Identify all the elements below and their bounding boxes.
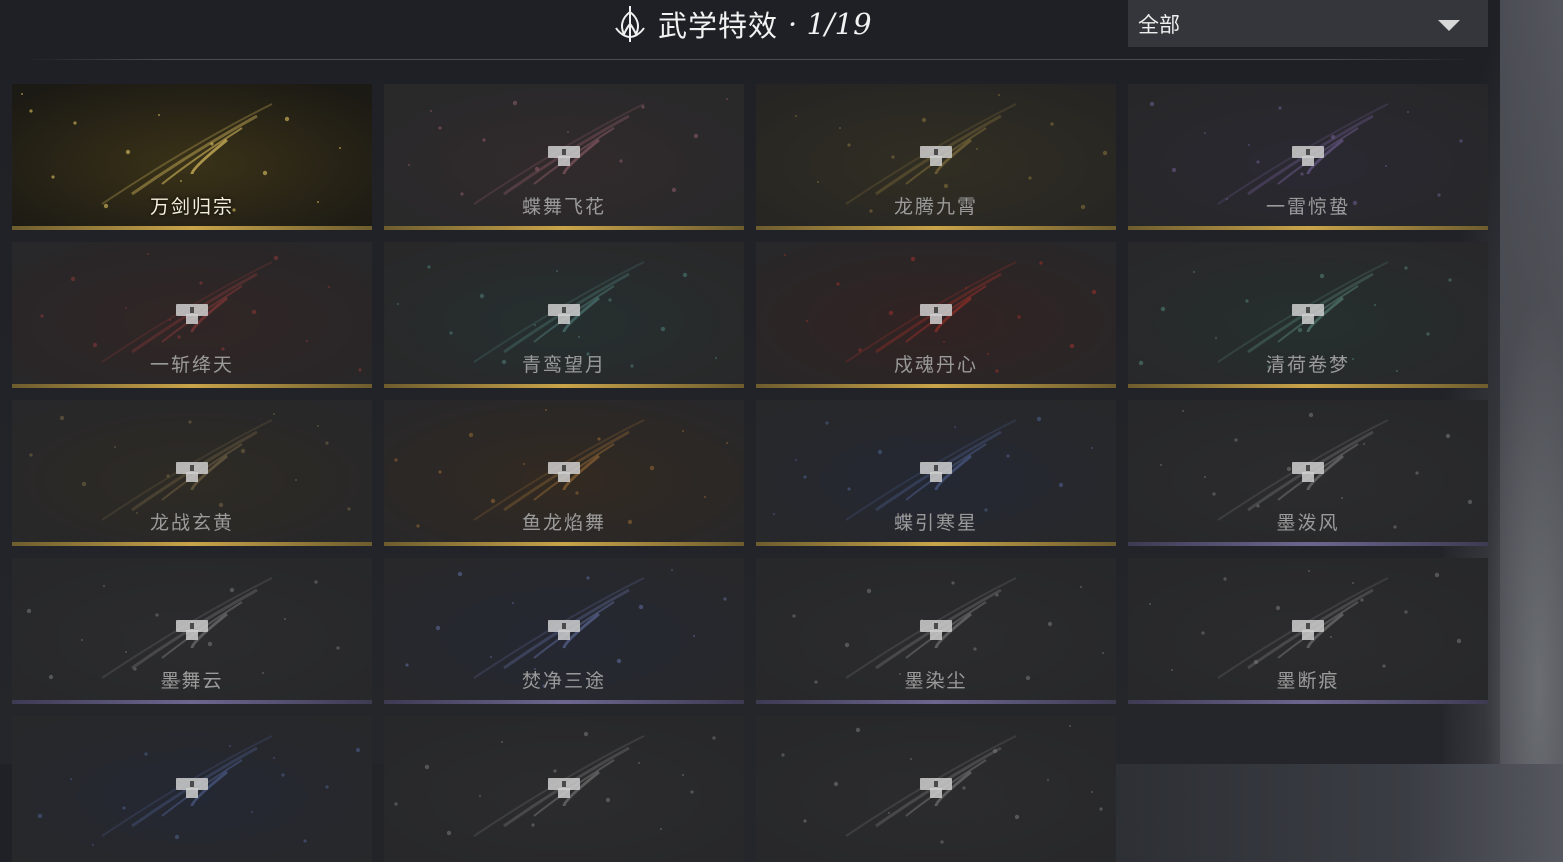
effect-card[interactable]: 清荷卷梦 <box>1128 242 1488 388</box>
effect-card[interactable]: 一斩绛天 <box>12 242 372 388</box>
lock-icon <box>548 142 580 168</box>
effect-card[interactable]: 龙腾九霄 <box>756 84 1116 230</box>
lock-icon <box>176 616 208 642</box>
effect-card[interactable]: 墨染尘 <box>756 558 1116 704</box>
lock-icon <box>548 774 580 800</box>
filter-selected-label: 全部 <box>1138 12 1180 37</box>
effect-name: 一雷惊蛰 <box>1265 196 1350 218</box>
effect-card[interactable]: 一雷惊蛰 <box>1128 84 1488 230</box>
effect-card[interactable]: 墨断痕 <box>1128 558 1488 704</box>
lock-icon <box>176 458 208 484</box>
effect-name: 鱼龙焰舞 <box>521 512 606 534</box>
effect-name: 青鸾望月 <box>521 354 606 376</box>
effect-card[interactable] <box>756 716 1116 862</box>
lock-icon <box>548 458 580 484</box>
lock-icon <box>1292 458 1324 484</box>
lock-icon <box>176 300 208 326</box>
effect-card[interactable]: 万剑归宗 <box>12 84 372 230</box>
effect-name: 墨染尘 <box>904 670 968 692</box>
lock-icon <box>920 142 952 168</box>
effect-name: 蝶舞飞花 <box>521 196 606 218</box>
lock-icon <box>548 300 580 326</box>
lock-icon <box>1292 300 1324 326</box>
effect-card[interactable]: 龙战玄黄 <box>12 400 372 546</box>
effect-name: 墨泼风 <box>1276 512 1340 534</box>
effect-name: 墨断痕 <box>1276 670 1340 692</box>
lock-icon <box>920 616 952 642</box>
effect-card[interactable]: 戍魂丹心 <box>756 242 1116 388</box>
title-label: 武学特效 <box>658 9 779 43</box>
effect-card[interactable]: 焚净三途 <box>384 558 744 704</box>
effect-card[interactable]: 蝶引寒星 <box>756 400 1116 546</box>
effect-card[interactable] <box>12 716 372 862</box>
unlock-count: · 1/19 <box>788 7 872 41</box>
effect-name: 戍魂丹心 <box>893 354 978 376</box>
header-divider <box>24 59 1472 60</box>
effect-name: 蝶引寒星 <box>893 512 978 534</box>
lock-icon <box>1292 616 1324 642</box>
effect-name: 龙腾九霄 <box>893 196 978 218</box>
effect-card[interactable]: 青鸾望月 <box>384 242 744 388</box>
effect-card[interactable]: 墨泼风 <box>1128 400 1488 546</box>
lock-icon <box>176 774 208 800</box>
lock-icon <box>920 458 952 484</box>
category-filter-dropdown[interactable]: 全部 <box>1128 0 1488 47</box>
dropdown-triangle-icon <box>1438 20 1460 31</box>
effect-name: 焚净三途 <box>521 670 606 692</box>
lock-icon <box>920 774 952 800</box>
effect-name: 墨舞云 <box>160 670 224 692</box>
effect-name: 龙战玄黄 <box>149 512 234 534</box>
effect-name: 一斩绛天 <box>149 354 234 376</box>
effect-card[interactable]: 墨舞云 <box>12 558 372 704</box>
effect-name: 万剑归宗 <box>149 196 234 218</box>
effect-name: 清荷卷梦 <box>1265 354 1350 376</box>
lock-icon <box>920 300 952 326</box>
lock-icon <box>1292 142 1324 168</box>
effect-card[interactable]: 鱼龙焰舞 <box>384 400 744 546</box>
lock-icon <box>548 616 580 642</box>
effect-card[interactable]: 蝶舞飞花 <box>384 84 744 230</box>
lotus-sword-emblem-icon <box>615 6 645 42</box>
page-title: 武学特效 · 1/19 <box>612 2 872 46</box>
effect-card[interactable] <box>384 716 744 862</box>
